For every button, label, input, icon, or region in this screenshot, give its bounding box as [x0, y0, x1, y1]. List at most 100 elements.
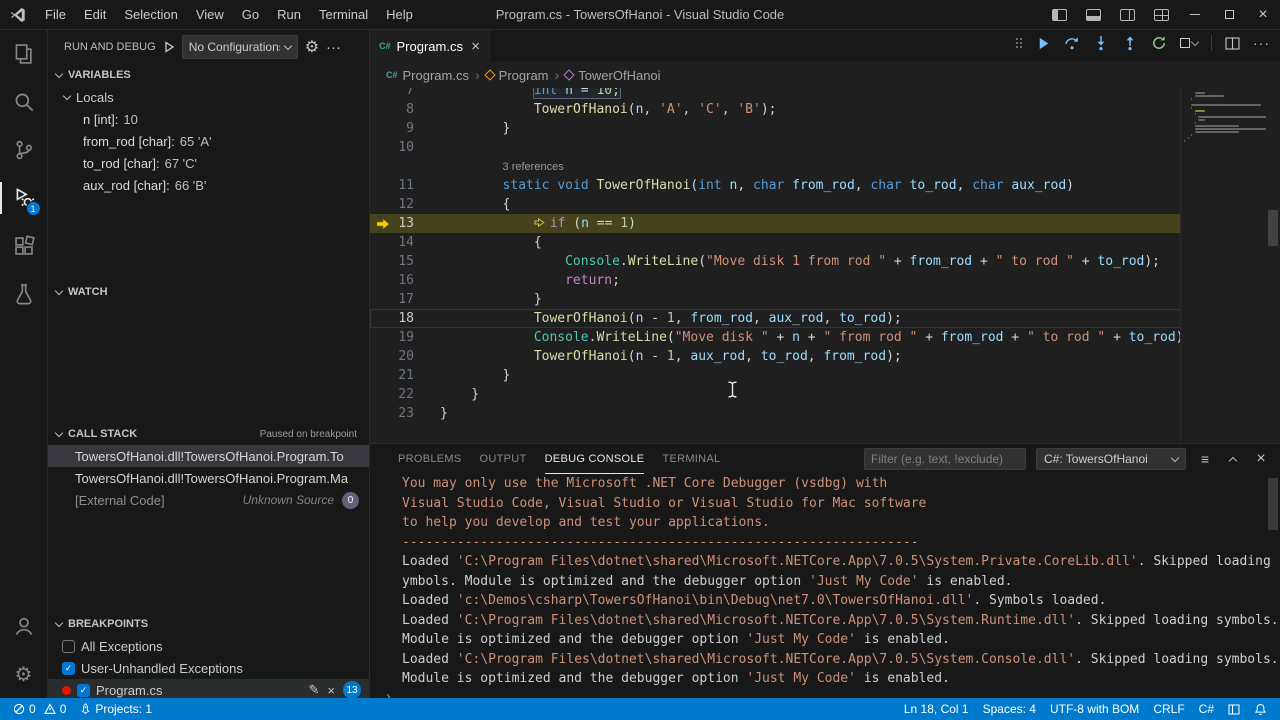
status-crlf[interactable]: CRLF — [1146, 698, 1191, 720]
code-line[interactable]: 13if (n == 1) — [370, 214, 1280, 233]
menu-edit[interactable]: Edit — [75, 0, 115, 29]
code-line[interactable]: 12{ — [370, 195, 1280, 214]
editor-more-actions-icon[interactable]: ··· — [1253, 35, 1270, 51]
call-stack-section-header[interactable]: CALL STACK Paused on breakpoint — [48, 423, 369, 445]
maximize-panel-icon[interactable] — [1224, 450, 1242, 468]
start-debugging-icon[interactable] — [163, 41, 175, 53]
menu-terminal[interactable]: Terminal — [310, 0, 377, 29]
code-line[interactable]: 8TowerOfHanoi(n, 'A', 'C', 'B'); — [370, 100, 1280, 119]
code-line[interactable]: 11static void TowerOfHanoi(int n, char f… — [370, 176, 1280, 195]
breakpoints-section-header[interactable]: BREAKPOINTS — [48, 613, 369, 635]
code-line[interactable]: 14{ — [370, 233, 1280, 252]
menu-help[interactable]: Help — [377, 0, 422, 29]
more-actions-icon[interactable]: ··· — [326, 39, 341, 56]
status-spaces-4[interactable]: Spaces: 4 — [976, 698, 1043, 720]
stop-icon[interactable] — [1180, 38, 1198, 48]
projects-status[interactable]: Projects: 1 — [73, 698, 159, 720]
code-line[interactable]: 22} — [370, 385, 1280, 404]
code-line[interactable]: 18TowerOfHanoi(n - 1, from_rod, aux_rod,… — [370, 309, 1280, 328]
step-over-icon[interactable] — [1064, 35, 1080, 51]
code-line[interactable]: 19Console.WriteLine("Move disk " + n + "… — [370, 328, 1280, 347]
status-ln-18-col-1[interactable]: Ln 18, Col 1 — [897, 698, 976, 720]
restart-icon[interactable] — [1151, 35, 1167, 51]
debug-console-output[interactable]: You may only use the Microsoft .NET Core… — [370, 474, 1280, 698]
stack-frame[interactable]: TowersOfHanoi.dll!TowersOfHanoi.Program.… — [48, 445, 369, 467]
variables-scope-locals[interactable]: Locals — [48, 86, 369, 108]
menu-file[interactable]: File — [36, 0, 75, 29]
breakpoint-checkbox[interactable]: ✓ — [77, 684, 90, 697]
search-icon[interactable] — [0, 78, 48, 126]
panel-tab-terminal[interactable]: TERMINAL — [662, 445, 720, 474]
edit-breakpoint-icon[interactable]: ✎ — [309, 682, 320, 698]
explorer-icon[interactable] — [0, 30, 48, 78]
code-line[interactable]: 10 — [370, 138, 1280, 157]
menu-selection[interactable]: Selection — [115, 0, 186, 29]
console-text-wrap-icon[interactable]: ≡ — [1196, 450, 1214, 468]
minimize-button[interactable] — [1178, 0, 1212, 29]
panel-tab-debug-console[interactable]: DEBUG CONSOLE — [545, 445, 645, 474]
code-line[interactable]: 16return; — [370, 271, 1280, 290]
breadcrumb-method[interactable]: TowerOfHanoi — [565, 68, 660, 83]
source-control-icon[interactable] — [0, 126, 48, 174]
breakpoint-row[interactable]: ✓User-Unhandled Exceptions — [48, 657, 369, 679]
panel-scrollbar[interactable] — [1268, 478, 1278, 530]
code-line[interactable]: 23} — [370, 404, 1280, 423]
breakpoint-row[interactable]: ✓Program.cs✎×13 — [48, 679, 369, 698]
panel-tab-problems[interactable]: PROBLEMS — [398, 445, 462, 474]
panel-tab-output[interactable]: OUTPUT — [480, 445, 527, 474]
debug-configuration-dropdown[interactable]: No Configurations — [182, 35, 298, 59]
split-editor-icon[interactable] — [1225, 37, 1240, 50]
toggle-sidebar-icon[interactable] — [1042, 0, 1076, 29]
tab-close-icon[interactable]: × — [471, 38, 480, 55]
settings-gear-icon[interactable]: ⚙ — [0, 650, 48, 698]
variable-row[interactable]: n [int]:10 — [48, 108, 369, 130]
problems-status[interactable]: 0 0 — [6, 698, 73, 720]
extensions-icon[interactable] — [0, 222, 48, 270]
breadcrumb-class[interactable]: Program — [486, 68, 549, 83]
menu-view[interactable]: View — [187, 0, 233, 29]
run-and-debug-icon[interactable]: 1 — [0, 174, 48, 222]
menu-go[interactable]: Go — [233, 0, 268, 29]
continue-icon[interactable] — [1036, 36, 1051, 51]
editor-scrollbar[interactable] — [1266, 88, 1280, 443]
testing-icon[interactable] — [0, 270, 48, 318]
code-line[interactable]: 15Console.WriteLine("Move disk 1 from ro… — [370, 252, 1280, 271]
breakpoint-checkbox[interactable]: ✓ — [62, 640, 75, 653]
console-input-row[interactable]: › — [384, 689, 1280, 699]
code-line[interactable]: 9} — [370, 119, 1280, 138]
close-panel-icon[interactable]: × — [1252, 450, 1270, 468]
customize-layout-icon[interactable] — [1144, 0, 1178, 29]
variable-row[interactable]: from_rod [char]:65 'A' — [48, 130, 369, 152]
account-icon[interactable] — [0, 602, 48, 650]
close-window-button[interactable]: × — [1246, 0, 1280, 29]
breadcrumb-file[interactable]: C# Program.cs — [386, 68, 469, 83]
toggle-panel-icon[interactable] — [1076, 0, 1110, 29]
variables-section-header[interactable]: VARIABLES — [48, 64, 369, 86]
notifications-bell-icon[interactable] — [1247, 698, 1274, 720]
status-utf-8-with-bom[interactable]: UTF-8 with BOM — [1043, 698, 1146, 720]
codelens-references[interactable]: 3 references — [370, 157, 1280, 176]
breakpoint-checkbox[interactable]: ✓ — [62, 662, 75, 675]
menu-run[interactable]: Run — [268, 0, 310, 29]
variable-row[interactable]: to_rod [char]:67 'C' — [48, 152, 369, 174]
code-line[interactable]: 21} — [370, 366, 1280, 385]
breakpoint-row[interactable]: ✓All Exceptions — [48, 635, 369, 657]
remove-breakpoint-icon[interactable]: × — [327, 683, 335, 698]
variable-row[interactable]: aux_rod [char]:66 'B' — [48, 174, 369, 196]
minimap[interactable] — [1180, 88, 1266, 443]
step-into-icon[interactable] — [1093, 35, 1109, 51]
console-filter-input[interactable] — [864, 448, 1026, 470]
debug-toolbar-drag-handle[interactable] — [1016, 38, 1023, 49]
code-line[interactable]: 20TowerOfHanoi(n - 1, aux_rod, to_rod, f… — [370, 347, 1280, 366]
toggle-secondary-sidebar-icon[interactable] — [1110, 0, 1144, 29]
status-layout-icon[interactable] — [1221, 698, 1247, 720]
code-line[interactable]: 17} — [370, 290, 1280, 309]
code-line[interactable]: 7int n = 10; — [370, 88, 1280, 100]
status-c-[interactable]: C# — [1192, 698, 1221, 720]
debug-settings-gear-icon[interactable]: ⚙ — [305, 37, 319, 57]
watch-section-header[interactable]: WATCH — [48, 281, 369, 303]
tab-program-cs[interactable]: C# Program.cs × — [370, 30, 490, 62]
stack-frame[interactable]: TowersOfHanoi.dll!TowersOfHanoi.Program.… — [48, 467, 369, 489]
code-editor[interactable]: 7int n = 10;8TowerOfHanoi(n, 'A', 'C', '… — [370, 88, 1280, 443]
stack-frame[interactable]: [External Code]Unknown Source0 — [48, 489, 369, 511]
